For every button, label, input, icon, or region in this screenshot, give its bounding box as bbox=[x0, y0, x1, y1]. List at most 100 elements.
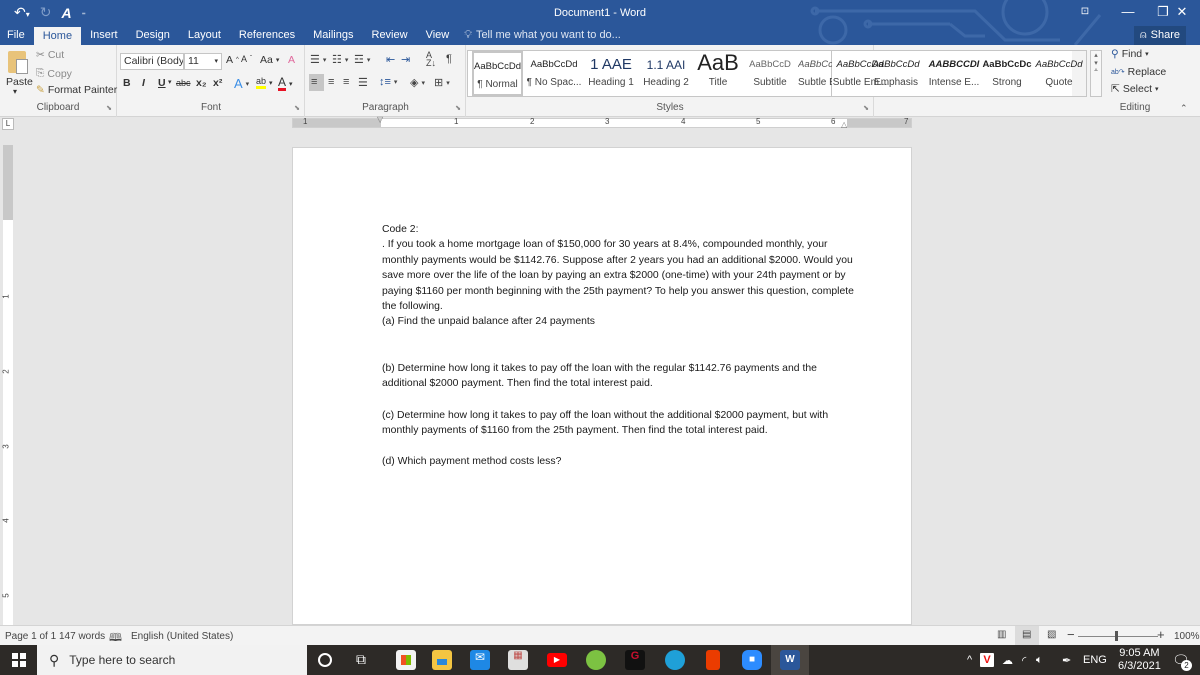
shrink-font-icon[interactable]: Aˇ bbox=[241, 54, 252, 64]
paste-button[interactable]: Paste bbox=[6, 76, 33, 88]
zoom-in-button[interactable]: + bbox=[1157, 627, 1165, 642]
app-grid-icon[interactable]: ▦ bbox=[508, 650, 528, 670]
shading-icon[interactable]: ◈ ▾ bbox=[410, 76, 425, 89]
paste-dropdown-icon[interactable]: ▾ bbox=[13, 87, 17, 96]
style-emphasis[interactable]: AaBbCcDd Emphasis bbox=[868, 51, 924, 96]
styles-scroll-down-icon[interactable]: ▾ bbox=[1091, 59, 1101, 67]
style-heading-2[interactable]: 1.1 AAI Heading 2 bbox=[640, 51, 692, 96]
collapse-ribbon-icon[interactable]: ⌃ bbox=[1180, 103, 1188, 114]
font-size-select[interactable]: 11 ▾ bbox=[184, 53, 222, 70]
style-title[interactable]: AaB Title bbox=[695, 51, 741, 96]
volume-icon[interactable]: 🔈︎ bbox=[1036, 645, 1043, 675]
style-subtitle[interactable]: AaBbCcD Subtitle bbox=[745, 51, 795, 96]
italic-button[interactable]: I bbox=[142, 77, 145, 89]
language[interactable]: English (United States) bbox=[131, 631, 233, 642]
tab-design[interactable]: Design bbox=[127, 26, 179, 45]
decrease-indent-icon[interactable]: ⇤ bbox=[386, 53, 395, 66]
format-painter-button[interactable]: ✎ Format Painter bbox=[36, 84, 117, 96]
word-icon[interactable]: W bbox=[780, 650, 800, 670]
microsoft-store-icon[interactable] bbox=[396, 650, 416, 670]
align-center-icon[interactable]: ≡ bbox=[328, 76, 334, 88]
sort-icon[interactable]: A Z↓ bbox=[426, 51, 436, 68]
tab-references[interactable]: References bbox=[230, 26, 304, 45]
styles-scrollbar[interactable]: ▴ ▾ ⩡ bbox=[1090, 50, 1102, 97]
numbering-icon[interactable]: ☷ ▾ bbox=[332, 53, 348, 66]
input-language[interactable]: ENG bbox=[1083, 645, 1107, 675]
style-heading-1[interactable]: 1 AAE Heading 1 bbox=[584, 51, 638, 96]
word-count[interactable]: 147 words bbox=[59, 631, 105, 642]
style-normal[interactable]: AaBbCcDd ¶ Normal bbox=[472, 51, 523, 96]
garena-icon[interactable]: G bbox=[625, 650, 645, 670]
font-launcher-icon[interactable]: ⬊ bbox=[294, 104, 300, 112]
replace-button[interactable]: ab↷ Replace bbox=[1111, 66, 1166, 78]
document-body[interactable]: Code 2: . If you took a home mortgage lo… bbox=[382, 222, 862, 470]
start-button[interactable] bbox=[0, 645, 37, 675]
onedrive-icon[interactable]: ☁ bbox=[1002, 645, 1013, 675]
first-line-indent-marker[interactable]: ▽ bbox=[377, 115, 383, 124]
read-mode-icon[interactable]: ▥ bbox=[997, 629, 1006, 640]
grow-font-icon[interactable]: A ^ bbox=[226, 54, 239, 66]
styles-more-icon[interactable]: ⩡ bbox=[1091, 67, 1101, 75]
bold-button[interactable]: B bbox=[123, 77, 131, 89]
increase-indent-icon[interactable]: ⇥ bbox=[401, 53, 410, 66]
text-effects-icon[interactable]: A ▾ bbox=[234, 76, 249, 91]
clear-formatting-icon[interactable]: A bbox=[288, 54, 295, 66]
clipboard-launcher-icon[interactable]: ⬊ bbox=[106, 104, 112, 112]
zoom-out-button[interactable]: − bbox=[1067, 627, 1075, 642]
paragraph-launcher-icon[interactable]: ⬊ bbox=[455, 104, 461, 112]
borders-icon[interactable]: ⊞ ▾ bbox=[434, 76, 450, 89]
clock[interactable]: 9:05 AM 6/3/2021 bbox=[1118, 645, 1161, 675]
align-right-icon[interactable]: ≡ bbox=[343, 76, 349, 88]
print-layout-icon[interactable]: ▤ bbox=[1022, 629, 1031, 640]
recorder-icon[interactable] bbox=[586, 650, 606, 670]
copy-button[interactable]: ⎘ Copy bbox=[36, 67, 72, 80]
style-strong[interactable]: AaBbCcDc Strong bbox=[982, 51, 1032, 96]
tab-insert[interactable]: Insert bbox=[81, 26, 127, 45]
vertical-scrollbar[interactable] bbox=[1187, 131, 1200, 625]
underline-dropdown-icon[interactable]: ▾ bbox=[168, 78, 172, 86]
style-subtle-emphasis[interactable]: AaBbCcDdSubtle Em... bbox=[798, 51, 833, 96]
line-spacing-icon[interactable]: ↕≡ ▾ bbox=[379, 76, 397, 88]
tell-me-search[interactable]: 💡︎ Tell me what you want to do... bbox=[464, 26, 621, 45]
multilevel-list-icon[interactable]: ☲ ▾ bbox=[354, 53, 370, 66]
notifications-icon[interactable]: 🗨︎ 2 bbox=[1172, 645, 1192, 675]
tab-selector[interactable]: L bbox=[2, 118, 14, 130]
styles-launcher-icon[interactable]: ⬊ bbox=[863, 104, 869, 112]
superscript-button[interactable]: x² bbox=[213, 77, 222, 89]
style-no-spacing[interactable]: AaBbCcDd ¶ No Spac... bbox=[526, 51, 582, 96]
tab-home[interactable]: Home bbox=[33, 27, 82, 45]
show-hidden-icons[interactable]: ^ bbox=[967, 645, 972, 675]
tab-layout[interactable]: Layout bbox=[179, 26, 230, 45]
cortana-icon[interactable] bbox=[318, 653, 332, 667]
share-button[interactable]: ⍝ Share bbox=[1134, 26, 1186, 45]
document-page[interactable]: Code 2: . If you took a home mortgage lo… bbox=[292, 147, 912, 625]
zoom-slider[interactable] bbox=[1078, 636, 1158, 637]
tab-view[interactable]: View bbox=[417, 26, 459, 45]
page-count[interactable]: Page 1 of 1 bbox=[5, 631, 56, 642]
style-intense-emphasis[interactable]: AABBCCDI Intense E... bbox=[926, 51, 982, 96]
right-indent-marker[interactable]: △ bbox=[841, 120, 847, 129]
font-name-select[interactable]: Calibri (Body) bbox=[120, 53, 184, 70]
font-color-button[interactable]: A ▾ bbox=[278, 76, 293, 91]
youtube-icon[interactable]: ▶ bbox=[547, 653, 567, 667]
pen-icon[interactable]: ✒ bbox=[1062, 645, 1071, 675]
styles-scroll-up-icon[interactable]: ▴ bbox=[1091, 51, 1101, 59]
zoom-slider-thumb[interactable] bbox=[1115, 631, 1118, 641]
tab-file[interactable]: File bbox=[0, 26, 34, 45]
tab-review[interactable]: Review bbox=[363, 26, 417, 45]
find-button[interactable]: ⚲ Find ▾ bbox=[1111, 48, 1149, 60]
close-button[interactable]: ✕ bbox=[1164, 2, 1200, 22]
change-case-button[interactable]: Aa ▾ bbox=[260, 54, 279, 66]
vertical-ruler[interactable]: 1 2 3 4 5 bbox=[2, 145, 13, 625]
underline-button[interactable]: U bbox=[158, 77, 166, 89]
strikethrough-button[interactable]: abc bbox=[176, 78, 191, 88]
ribbon-display-options-icon[interactable]: ⊡ bbox=[1067, 2, 1103, 22]
subscript-button[interactable]: x₂ bbox=[196, 77, 207, 89]
web-layout-icon[interactable]: ▧ bbox=[1047, 629, 1056, 640]
taskbar-search[interactable]: ⚲ Type here to search bbox=[37, 645, 307, 675]
tab-mailings[interactable]: Mailings bbox=[304, 26, 362, 45]
highlight-color-button[interactable]: ab ▾ bbox=[256, 76, 273, 89]
horizontal-ruler[interactable]: 1 1 2 3 4 5 6 7 ▽ △ bbox=[292, 115, 912, 129]
wifi-icon[interactable]: ◜ bbox=[1022, 645, 1026, 675]
show-formatting-marks-icon[interactable]: ¶ bbox=[446, 53, 452, 65]
